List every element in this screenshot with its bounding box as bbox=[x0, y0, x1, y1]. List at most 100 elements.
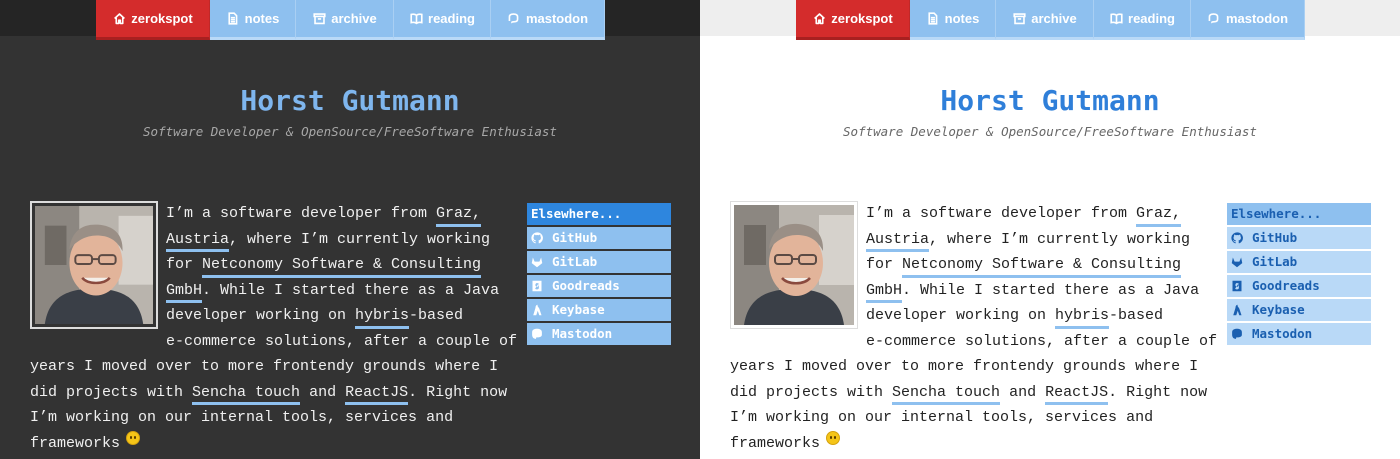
nav-zerokspot[interactable]: zerokspot bbox=[796, 0, 910, 40]
bio-continued: years I moved over to more frontendy gro… bbox=[730, 354, 1207, 456]
link-reactjs[interactable]: ReactJS bbox=[345, 380, 409, 406]
elsewhere-github[interactable]: GitHub bbox=[1227, 227, 1371, 249]
bio-text: -based bbox=[1109, 307, 1164, 325]
nav-label: reading bbox=[428, 11, 475, 26]
elsewhere-goodreads[interactable]: Goodreads bbox=[1227, 275, 1371, 297]
link-austria[interactable]: Austria bbox=[166, 227, 230, 253]
nav-label: archive bbox=[331, 11, 377, 26]
document-icon bbox=[926, 12, 940, 26]
github-icon bbox=[1231, 232, 1243, 244]
home-icon bbox=[112, 12, 126, 26]
dark-theme-pane: zerokspot notes archive reading mastodon… bbox=[0, 0, 700, 459]
home-icon bbox=[812, 12, 826, 26]
link-netconomy-cont[interactable]: GmbH bbox=[866, 278, 903, 304]
link-sencha-touch[interactable]: Sencha touch bbox=[192, 380, 301, 406]
elsewhere-box: Elsewhere... GitHub GitLab Goodreads Key… bbox=[1227, 203, 1371, 347]
bio-text: . While I started there as a Java bbox=[902, 281, 1200, 299]
bio-text: developer working on bbox=[866, 307, 1056, 325]
document-icon bbox=[226, 12, 240, 26]
bio-text: for bbox=[166, 256, 203, 274]
page-title: Horst Gutmann bbox=[940, 84, 1160, 117]
bio-text: , where I’m currently working bbox=[929, 230, 1191, 248]
nav-label: mastodon bbox=[1225, 11, 1289, 26]
link-graz[interactable]: Graz, bbox=[436, 201, 482, 227]
nav-label: notes bbox=[244, 11, 280, 26]
page-subtitle: Software Developer & OpenSource/FreeSoft… bbox=[143, 124, 557, 139]
bio-text: frameworks bbox=[30, 434, 121, 452]
nav-label: mastodon bbox=[525, 11, 589, 26]
bio-text: frameworks bbox=[730, 434, 821, 452]
bio-text: . While I started there as a Java bbox=[202, 281, 500, 299]
nav-label: zerokspot bbox=[831, 11, 893, 26]
nav-label: reading bbox=[1128, 11, 1175, 26]
mastodon-icon bbox=[532, 328, 542, 339]
bio-intro: I’m a software developer from Graz, Aust… bbox=[166, 201, 517, 355]
elsewhere-mastodon[interactable]: Mastodon bbox=[527, 323, 671, 345]
avatar bbox=[730, 201, 858, 329]
open-book-icon bbox=[1109, 12, 1123, 26]
link-hybris[interactable]: hybris bbox=[355, 303, 410, 329]
github-icon bbox=[531, 232, 543, 244]
link-netconomy-cont[interactable]: GmbH bbox=[166, 278, 203, 304]
nav-mastodon[interactable]: mastodon bbox=[1191, 0, 1305, 40]
grinning-face-emoji bbox=[126, 430, 141, 445]
elsewhere-goodreads[interactable]: Goodreads bbox=[527, 275, 671, 297]
elsewhere-gitlab[interactable]: GitLab bbox=[1227, 251, 1371, 273]
bio-text: did projects with bbox=[730, 383, 893, 401]
bio-text: I’m a software developer from bbox=[866, 205, 1137, 222]
keybase-icon bbox=[533, 304, 542, 316]
elsewhere-label: GitHub bbox=[1252, 230, 1298, 245]
goodreads-icon bbox=[532, 280, 542, 292]
link-graz[interactable]: Graz, bbox=[1136, 201, 1182, 227]
elsewhere-label: GitLab bbox=[552, 254, 598, 269]
bio-text: I’m working on our internal tools, servi… bbox=[30, 409, 454, 427]
elsewhere-gitlab[interactable]: GitLab bbox=[527, 251, 671, 273]
main-nav: zerokspot notes archive reading mastodon bbox=[96, 0, 605, 40]
bio-text: for bbox=[866, 256, 903, 274]
nav-label: notes bbox=[944, 11, 980, 26]
elsewhere-github[interactable]: GitHub bbox=[527, 227, 671, 249]
mastodon-icon bbox=[1207, 12, 1221, 26]
link-sencha-touch[interactable]: Sencha touch bbox=[892, 380, 1001, 406]
mastodon-icon bbox=[507, 12, 521, 26]
link-hybris[interactable]: hybris bbox=[1055, 303, 1110, 329]
archive-box-icon bbox=[1012, 12, 1026, 26]
elsewhere-keybase[interactable]: Keybase bbox=[527, 299, 671, 321]
nav-archive[interactable]: archive bbox=[996, 0, 1094, 40]
elsewhere-label: GitLab bbox=[1252, 254, 1298, 269]
elsewhere-title: Elsewhere... bbox=[1227, 203, 1371, 225]
link-austria[interactable]: Austria bbox=[866, 227, 930, 253]
bio-text: I’m working on our internal tools, servi… bbox=[730, 409, 1154, 427]
archive-box-icon bbox=[312, 12, 326, 26]
bio-text: e-commerce solutions, after a couple of bbox=[866, 332, 1218, 350]
elsewhere-label: Keybase bbox=[552, 302, 605, 317]
elsewhere-label: Mastodon bbox=[1252, 326, 1313, 341]
bio-text: -based bbox=[409, 307, 464, 325]
elsewhere-label: Goodreads bbox=[1252, 278, 1320, 293]
bio-text: did projects with bbox=[30, 383, 193, 401]
bio-text: . Right now bbox=[408, 383, 508, 401]
link-netconomy[interactable]: Netconomy Software & Consulting bbox=[202, 252, 482, 278]
page-title: Horst Gutmann bbox=[240, 84, 460, 117]
nav-label: zerokspot bbox=[131, 11, 193, 26]
nav-mastodon[interactable]: mastodon bbox=[491, 0, 605, 40]
avatar-photo bbox=[35, 206, 153, 324]
page-subtitle: Software Developer & OpenSource/FreeSoft… bbox=[843, 124, 1257, 139]
bio-text: and bbox=[300, 383, 346, 401]
open-book-icon bbox=[409, 12, 423, 26]
nav-notes[interactable]: notes bbox=[210, 0, 296, 40]
nav-notes[interactable]: notes bbox=[910, 0, 996, 40]
light-theme-pane: zerokspot notes archive reading mastodon… bbox=[700, 0, 1400, 459]
elsewhere-label: Keybase bbox=[1252, 302, 1305, 317]
nav-reading[interactable]: reading bbox=[394, 0, 491, 40]
elsewhere-keybase[interactable]: Keybase bbox=[1227, 299, 1371, 321]
elsewhere-label: GitHub bbox=[552, 230, 598, 245]
nav-reading[interactable]: reading bbox=[1094, 0, 1191, 40]
elsewhere-mastodon[interactable]: Mastodon bbox=[1227, 323, 1371, 345]
link-reactjs[interactable]: ReactJS bbox=[1045, 380, 1109, 406]
elsewhere-label: Mastodon bbox=[552, 326, 613, 341]
nav-archive[interactable]: archive bbox=[296, 0, 394, 40]
nav-zerokspot[interactable]: zerokspot bbox=[96, 0, 210, 40]
goodreads-icon bbox=[1232, 280, 1242, 292]
link-netconomy[interactable]: Netconomy Software & Consulting bbox=[902, 252, 1182, 278]
